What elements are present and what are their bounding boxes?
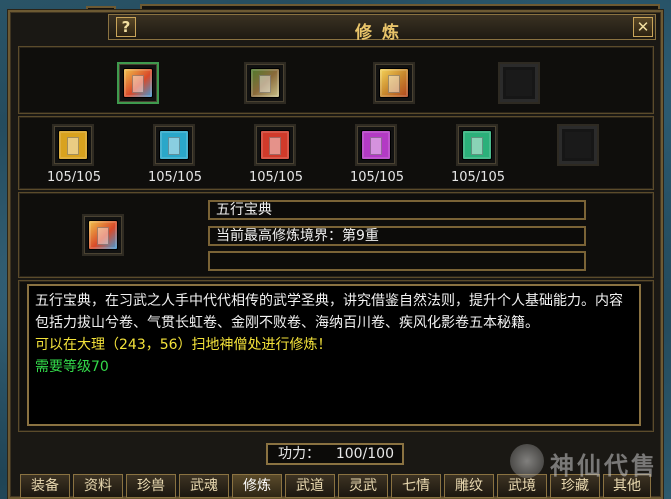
red-book-icon [260, 130, 290, 160]
watermark-text: 神仙代售 [550, 452, 658, 480]
book-slot-4[interactable] [355, 124, 397, 166]
tab-seven-emotions[interactable]: 七情 [391, 474, 441, 498]
book-slot-5[interactable] [456, 124, 498, 166]
top-item-slot-2[interactable] [244, 62, 286, 104]
top-item-slot-3[interactable] [373, 62, 415, 104]
help-button[interactable]: ? [116, 17, 136, 37]
book-slot-3[interactable] [254, 124, 296, 166]
book-count-4: 105/105 [349, 170, 404, 185]
book-slot-empty[interactable] [557, 124, 599, 166]
book-count-1: 105/105 [46, 170, 101, 185]
book-slot-1[interactable] [52, 124, 94, 166]
tab-equipment[interactable]: 装备 [20, 474, 70, 498]
tab-cultivation[interactable]: 修炼 [232, 474, 282, 498]
teal-book-icon [462, 130, 492, 160]
watermark-logo-icon [510, 444, 544, 478]
book-count-3: 105/105 [248, 170, 303, 185]
book-count-2: 105/105 [147, 170, 202, 185]
tab-profile[interactable]: 资料 [73, 474, 123, 498]
top-item-slot-1[interactable] [117, 62, 159, 104]
five-elements-book-icon [88, 220, 118, 250]
book-icon [123, 68, 153, 98]
selected-item-slot[interactable] [82, 214, 124, 256]
scroll-bundle-icon [250, 68, 280, 98]
location-text: 可以在大理（243，56）扫地神僧处进行修炼！ [35, 337, 332, 353]
watermark: 神仙代售 [510, 442, 666, 482]
title-bar[interactable]: 修炼 [108, 14, 656, 43]
tab-martial-soul[interactable]: 武魂 [179, 474, 229, 498]
close-button[interactable]: ✕ [633, 17, 653, 37]
window-title: 修炼 [355, 23, 409, 43]
power-value: 100/100 [335, 446, 394, 462]
tab-martial-way[interactable]: 武道 [285, 474, 335, 498]
book-count-5: 105/105 [450, 170, 505, 185]
tab-spirit-weapon[interactable]: 灵武 [338, 474, 388, 498]
description-text: 五行宝典，在习武之人手中代代相传的武学圣典，讲究借鉴自然法则，提升个人基础能力。… [35, 293, 623, 331]
power-label: 功力： [278, 446, 320, 462]
item-name-field: 五行宝典 [208, 200, 586, 220]
tab-pets[interactable]: 珍兽 [126, 474, 176, 498]
book-slot-2[interactable] [153, 124, 195, 166]
extra-field [208, 251, 586, 271]
treasure-chest-icon [379, 68, 409, 98]
top-items-panel [18, 46, 654, 114]
power-display: 功力： 100/100 [266, 443, 404, 465]
realm-field: 当前最高修炼境界：第9重 [208, 226, 586, 246]
description-box: 五行宝典，在习武之人手中代代相传的武学圣典，讲究借鉴自然法则，提升个人基础能力。… [27, 284, 641, 426]
yellow-book-icon [58, 130, 88, 160]
top-item-slot-empty[interactable] [498, 62, 540, 104]
purple-book-icon [361, 130, 391, 160]
tab-engraving[interactable]: 雕纹 [444, 474, 494, 498]
cyan-book-icon [159, 130, 189, 160]
requirement-text: 需要等级70 [35, 359, 109, 375]
